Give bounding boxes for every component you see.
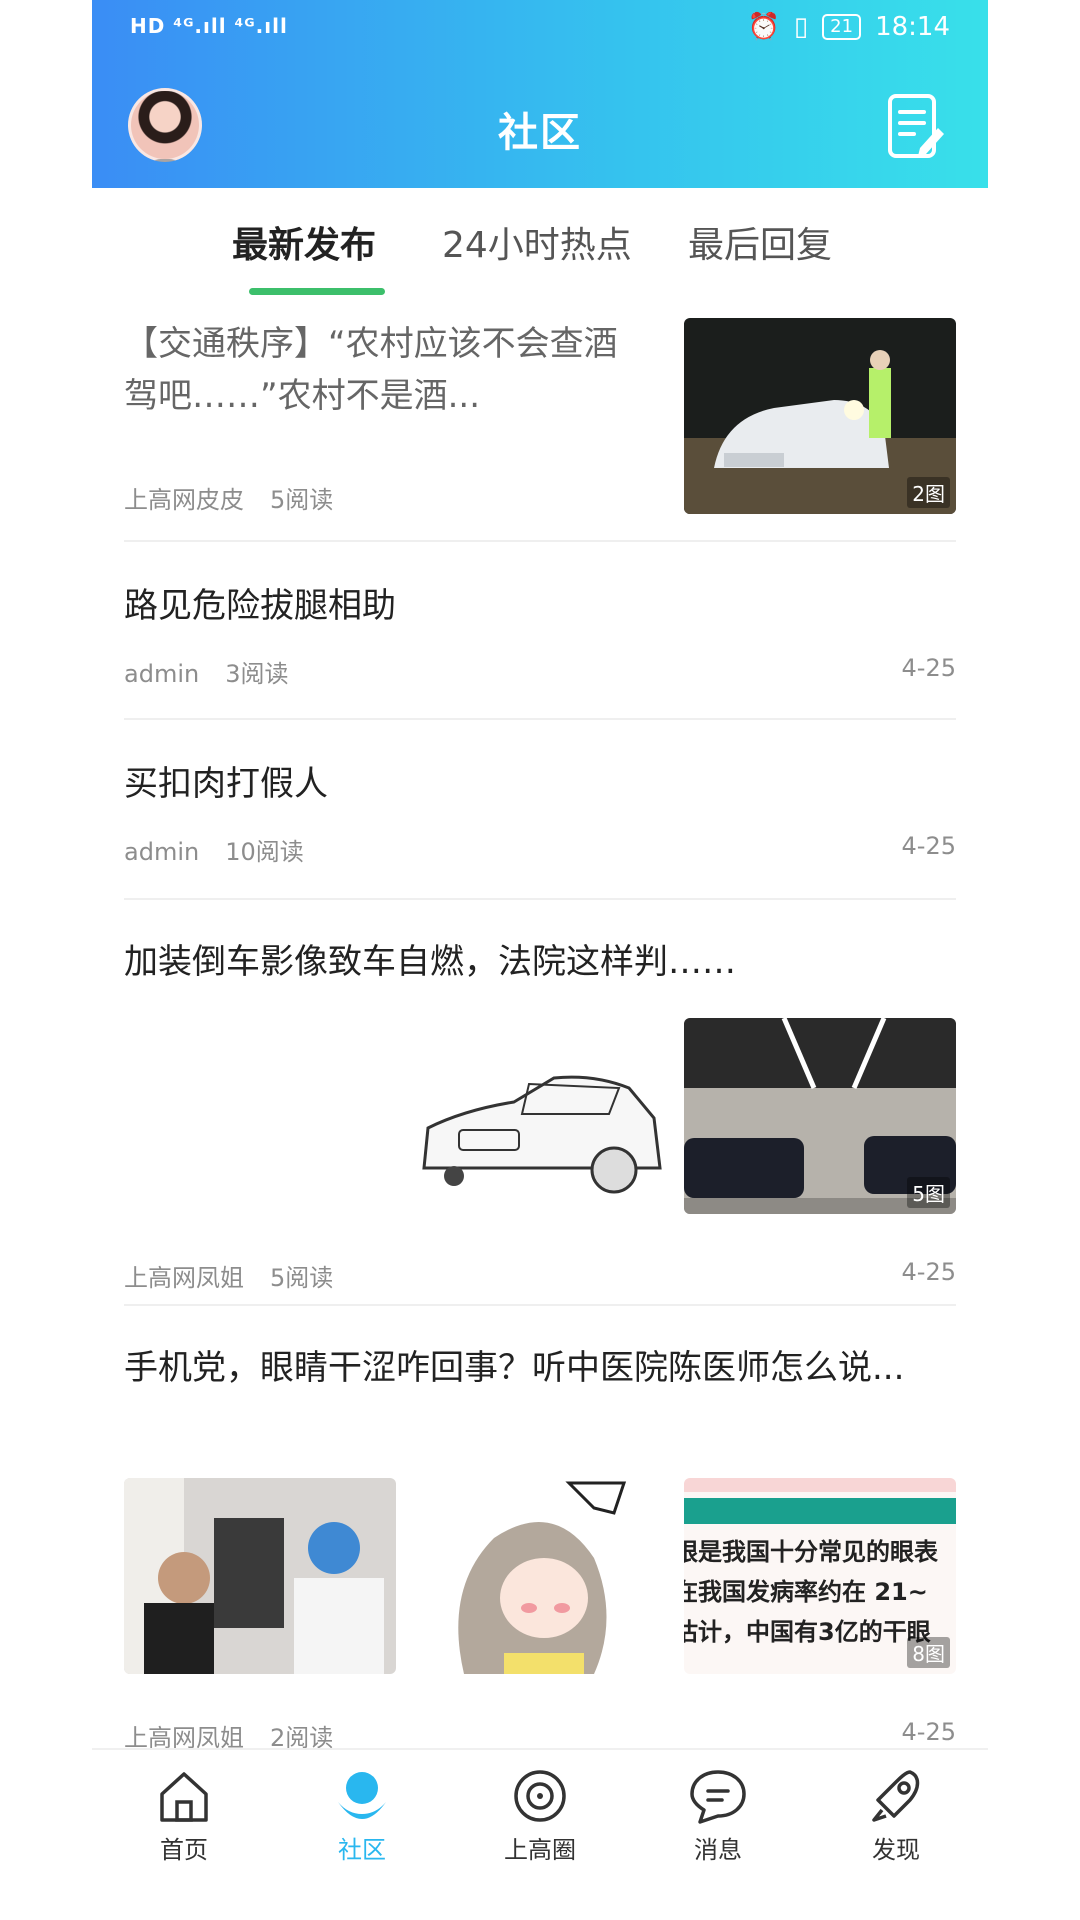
post-date: 4-25 — [901, 1258, 956, 1286]
post-date: 4-25 — [901, 1718, 956, 1746]
info-line-1: 眼是我国十分常见的眼表 — [684, 1538, 939, 1566]
post-author: 上高网凤姐 — [124, 1264, 244, 1292]
divider — [124, 1304, 956, 1306]
app-header: HD ⁴ᴳ.ıll ⁴ᴳ.ıll ⏰ ▯ 21 18:14 社区 — [92, 0, 988, 188]
nav-label: 社区 — [338, 1836, 386, 1864]
divider — [124, 898, 956, 900]
cartoon-girl-image — [404, 1478, 676, 1674]
info-line-3: 估计，中国有3亿的干眼 — [684, 1618, 931, 1646]
feed-tabs: 最新发布 24小时热点 最后回复 — [92, 188, 988, 298]
battery-icon: 21 — [822, 14, 862, 40]
post-date: 4-25 — [901, 654, 956, 682]
post-reads: 3阅读 — [225, 660, 289, 688]
tab-24h-hot[interactable]: 24小时热点 — [442, 216, 632, 268]
post-title: 加装倒车影像致车自燃，法院这样判…… — [124, 942, 736, 982]
rocket-icon — [872, 1770, 920, 1822]
status-time: 18:14 — [875, 12, 950, 42]
post-thumbnail[interactable] — [404, 1478, 676, 1674]
post-author: admin — [124, 660, 200, 688]
post-item[interactable]: 【交通秩序】“农村应该不会查酒驾吧……”农村不是酒... 上高网皮皮 5阅读 2图 — [124, 318, 956, 518]
nav-label: 发现 — [872, 1836, 920, 1864]
post-meta: 上高网凤姐 5阅读 — [124, 1258, 333, 1293]
post-meta: 上高网皮皮 5阅读 — [124, 480, 333, 515]
post-item[interactable]: 路见危险拔腿相助 admin 3阅读 4-25 — [124, 580, 956, 690]
circle-icon — [514, 1770, 566, 1822]
nav-label: 首页 — [160, 1836, 208, 1864]
nav-community[interactable]: 社区 — [302, 1766, 422, 1865]
tab-last-reply[interactable]: 最后回复 — [688, 216, 832, 268]
status-right: ⏰ ▯ 21 18:14 — [747, 12, 950, 42]
image-count-badge: 8图 — [907, 1637, 950, 1668]
image-count-badge: 2图 — [907, 477, 950, 508]
nav-label: 消息 — [694, 1836, 742, 1864]
signal-indicators: HD ⁴ᴳ.ıll ⁴ᴳ.ıll — [130, 14, 288, 38]
post-reads: 10阅读 — [225, 838, 304, 866]
nav-messages[interactable]: 消息 — [658, 1766, 778, 1865]
post-title: 买扣肉打假人 — [124, 764, 328, 804]
message-icon — [690, 1770, 746, 1824]
post-title: 【交通秩序】“农村应该不会查酒驾吧……”农村不是酒... — [124, 324, 618, 416]
info-line-2: 在我国发病率约在 21~ — [684, 1578, 928, 1606]
post-thumbnail[interactable]: 2图 — [684, 318, 956, 514]
app-screen: HD ⁴ᴳ.ıll ⁴ᴳ.ıll ⏰ ▯ 21 18:14 社区 最新发布 24… — [92, 0, 988, 1920]
post-thumbnail[interactable]: 5图 — [684, 1018, 956, 1214]
post-title: 手机党，眼睛干涩咋回事？听中医院陈医师怎么说... — [124, 1348, 905, 1388]
post-thumbnail[interactable] — [124, 1478, 396, 1674]
car-sketch-image — [404, 1018, 676, 1214]
tab-latest[interactable]: 最新发布 — [232, 216, 376, 268]
nav-discover[interactable]: 发现 — [836, 1766, 956, 1865]
post-reads: 5阅读 — [270, 486, 334, 514]
post-title: 路见危险拔腿相助 — [124, 586, 396, 626]
active-tab-indicator — [249, 288, 385, 295]
post-meta: admin 3阅读 — [124, 654, 288, 689]
divider — [124, 718, 956, 720]
eye-exam-image — [124, 1478, 396, 1674]
post-reads: 5阅读 — [270, 1264, 334, 1292]
home-icon — [160, 1772, 208, 1822]
post-item[interactable]: 买扣肉打假人 admin 10阅读 4-25 — [124, 758, 956, 868]
vibrate-icon: ▯ — [793, 12, 809, 42]
post-author: 上高网皮皮 — [124, 486, 244, 514]
post-item[interactable]: 加装倒车影像致车自燃，法院这样判…… 5图 上高网凤姐 5阅读 4-25 — [124, 936, 956, 1292]
status-bar: HD ⁴ᴳ.ıll ⁴ᴳ.ıll ⏰ ▯ 21 18:14 — [92, 0, 988, 60]
post-item[interactable]: 手机党，眼睛干涩咋回事？听中医院陈医师怎么说... 眼是我国十分常见的眼表 在我… — [124, 1342, 956, 1752]
alarm-icon: ⏰ — [747, 12, 780, 42]
page-title: 社区 — [498, 110, 582, 156]
image-count-badge: 5图 — [907, 1177, 950, 1208]
community-icon — [338, 1772, 386, 1819]
divider — [124, 540, 956, 542]
post-thumbnail[interactable]: 眼是我国十分常见的眼表 在我国发病率约在 21~ 估计，中国有3亿的干眼 8图 — [684, 1478, 956, 1674]
nav-circle[interactable]: 上高圈 — [480, 1766, 600, 1865]
post-meta: admin 10阅读 — [124, 832, 304, 867]
bottom-nav: 首页 社区 上高圈 消息 发现 — [92, 1748, 988, 1920]
nav-home[interactable]: 首页 — [124, 1766, 244, 1865]
post-author: admin — [124, 838, 200, 866]
nav-label: 上高圈 — [504, 1836, 576, 1864]
post-thumbnail[interactable] — [404, 1018, 676, 1214]
post-date: 4-25 — [901, 832, 956, 860]
compose-post-icon[interactable] — [884, 92, 948, 162]
